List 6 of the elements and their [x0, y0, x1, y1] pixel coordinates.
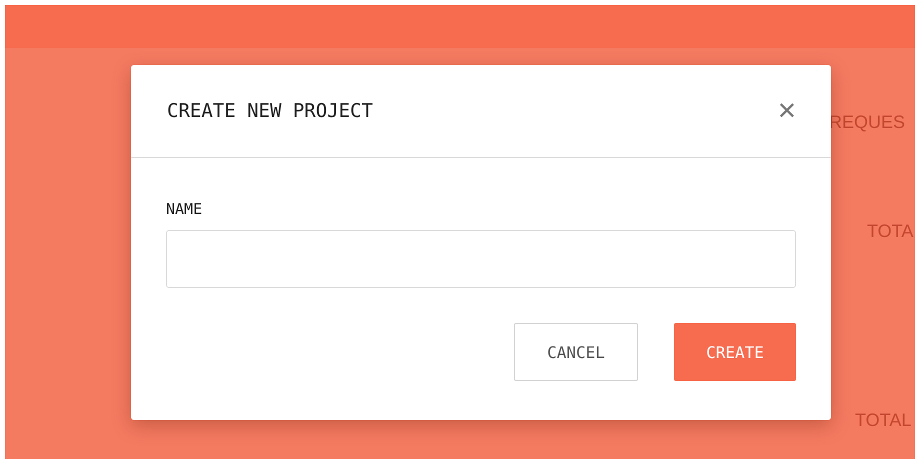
- close-button[interactable]: ✕: [776, 97, 797, 125]
- create-button[interactable]: CREATE: [674, 323, 796, 381]
- cancel-button[interactable]: CANCEL: [514, 323, 638, 381]
- dialog-title: CREATE NEW PROJECT: [167, 100, 373, 122]
- field-label: NAME: [166, 200, 204, 218]
- name-field[interactable]: [166, 230, 796, 288]
